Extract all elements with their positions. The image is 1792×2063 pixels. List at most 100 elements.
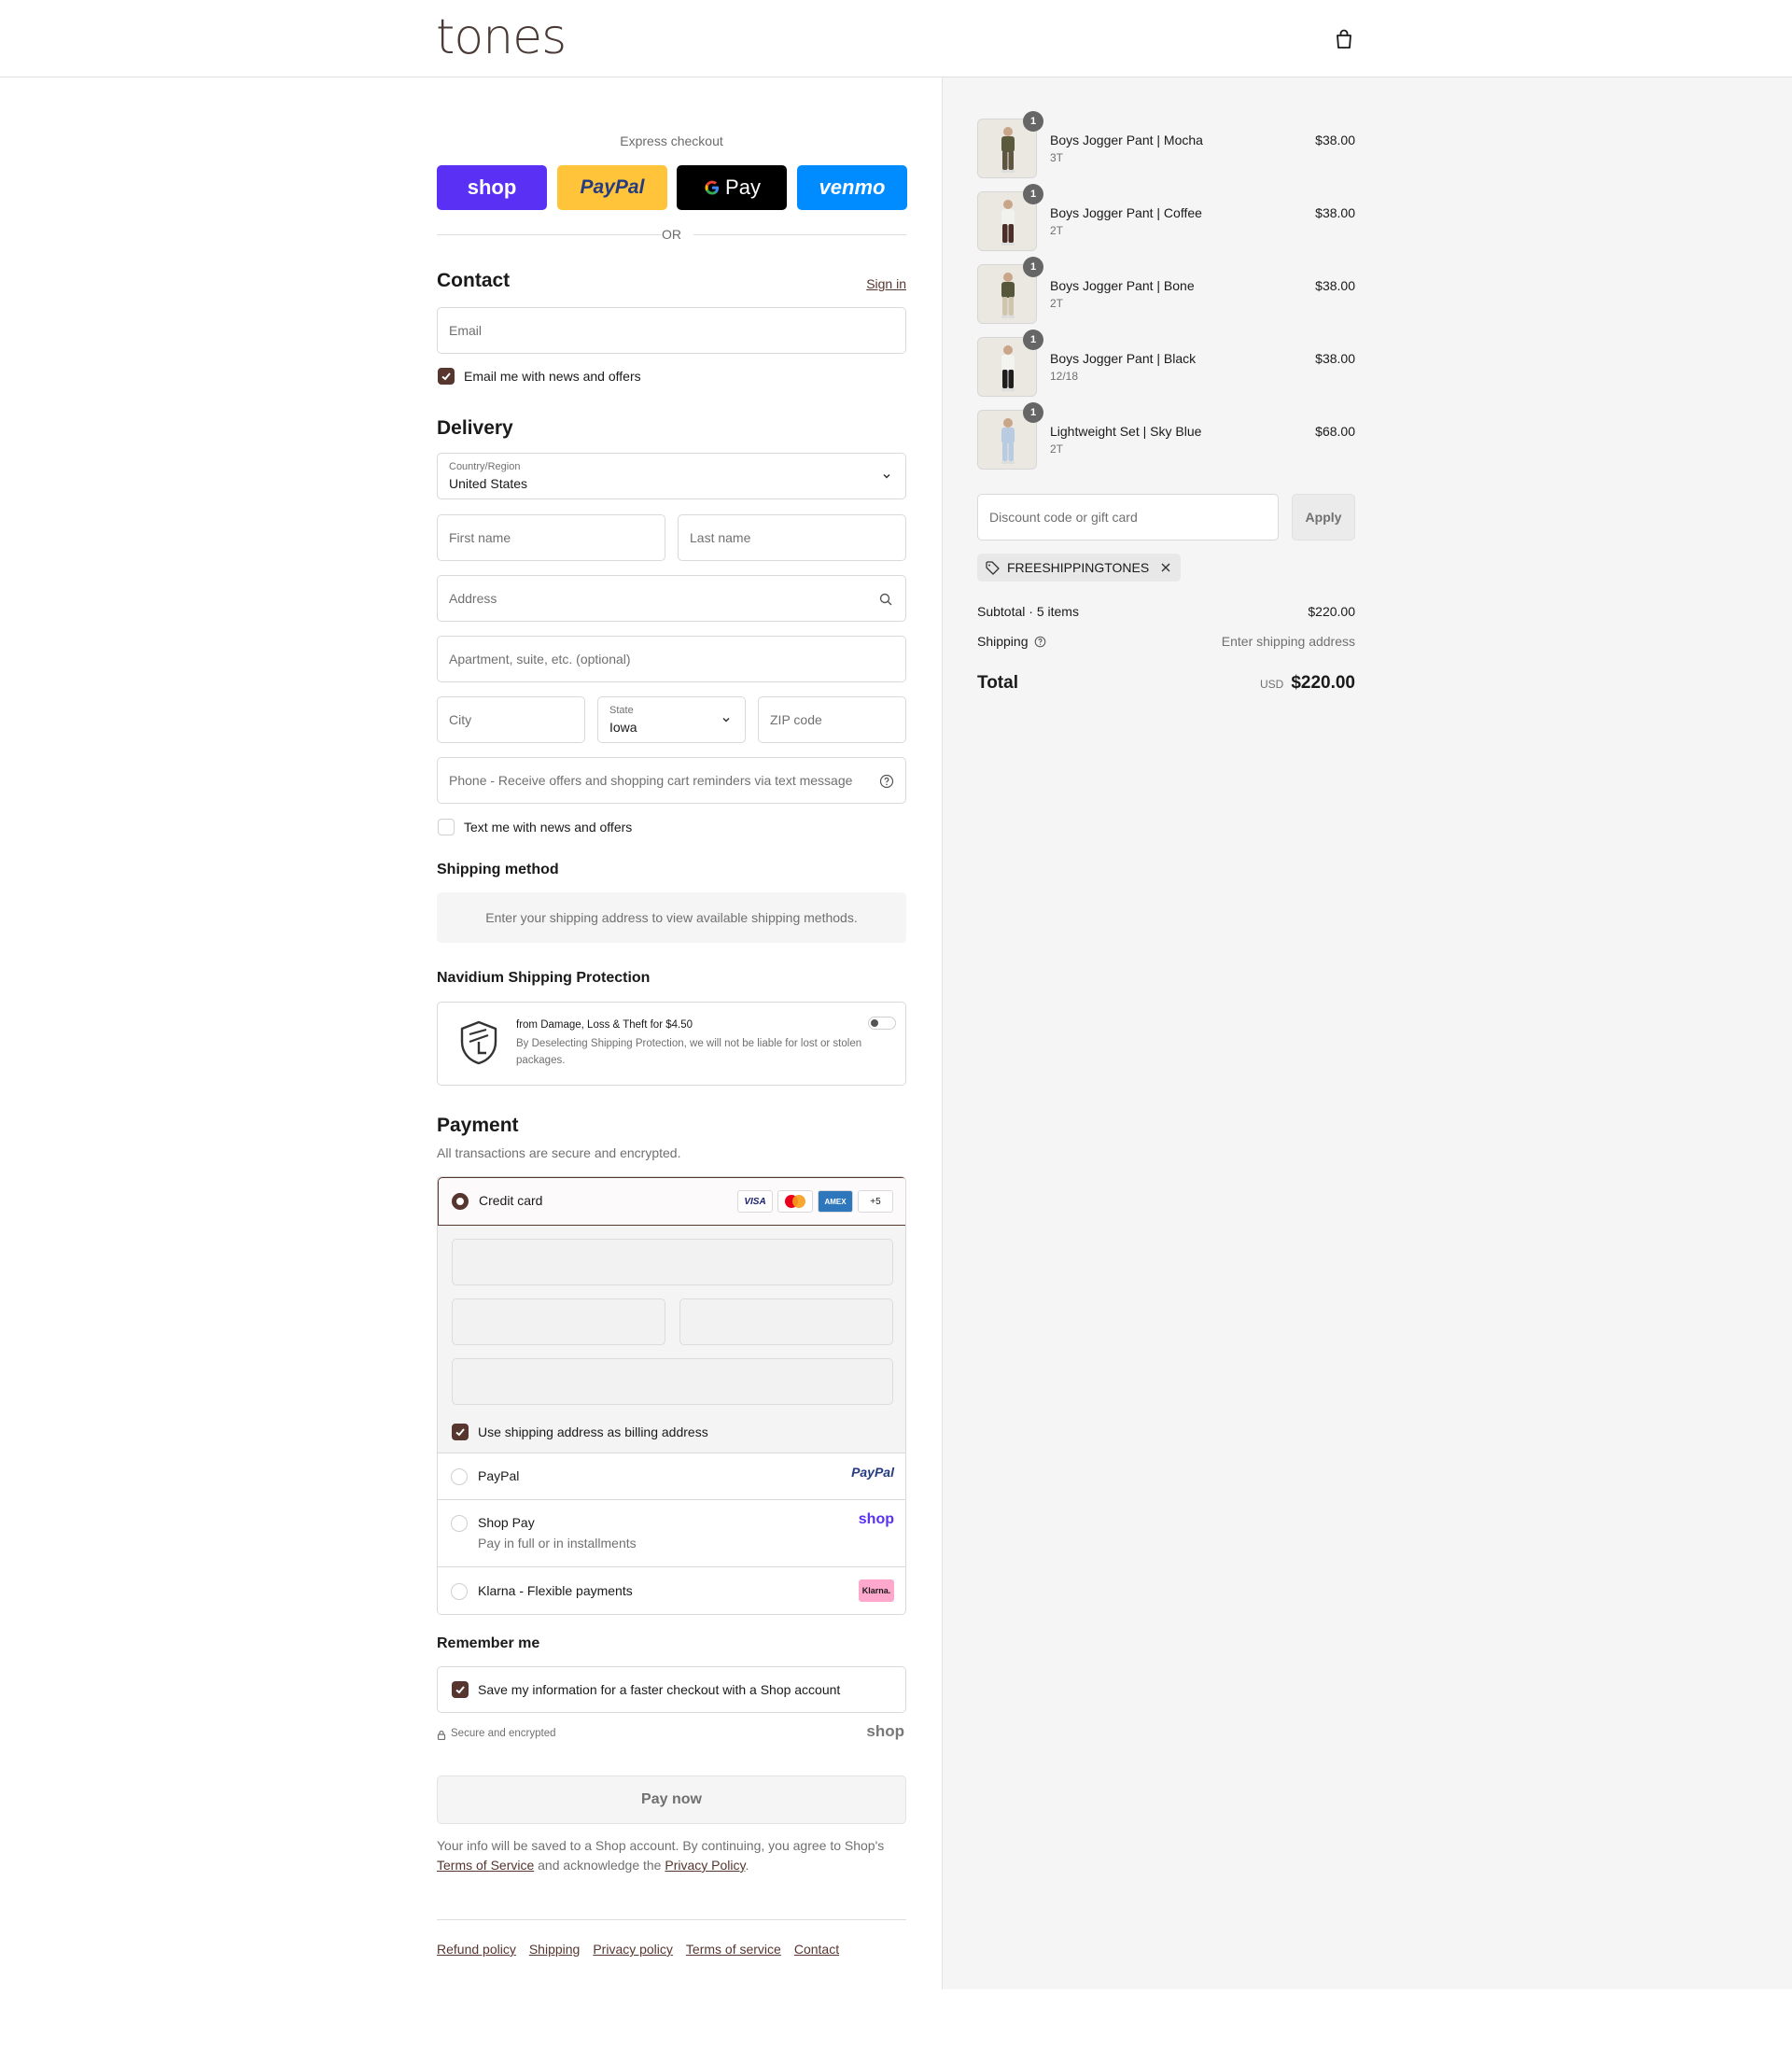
- terms-of-service-footer-link[interactable]: Terms of service: [686, 1942, 781, 1957]
- security-code-field[interactable]: [679, 1298, 893, 1345]
- or-label: OR: [662, 227, 681, 242]
- shop-pay-radio[interactable]: [451, 1515, 468, 1532]
- credit-card-label: Credit card: [479, 1193, 543, 1208]
- total-amount: USD $220.00: [1260, 673, 1355, 694]
- first-name-field[interactable]: First name: [437, 514, 665, 561]
- product-variant: 2T: [1050, 442, 1064, 456]
- shopping-bag-icon[interactable]: [1334, 28, 1354, 50]
- cart-line-item: 1 Lightweight Set | Sky Blue 2T $68.00: [977, 402, 1355, 470]
- paypal-express-button[interactable]: PayPal: [557, 165, 667, 210]
- sign-in-link[interactable]: Sign in: [866, 276, 906, 291]
- card-fields-panel: Use shipping address as billing address: [438, 1226, 905, 1453]
- quantity-badge: 1: [1023, 257, 1043, 277]
- terms-of-service-link[interactable]: Terms of Service: [437, 1858, 534, 1873]
- quantity-badge: 1: [1023, 330, 1043, 350]
- email-field[interactable]: Email: [437, 307, 906, 354]
- zip-field[interactable]: ZIP code: [758, 696, 906, 743]
- subtotal-value: $220.00: [1308, 604, 1355, 619]
- paypal-option[interactable]: PayPal PayPal: [438, 1453, 905, 1500]
- zip-placeholder: ZIP code: [770, 712, 822, 727]
- city-field[interactable]: City: [437, 696, 585, 743]
- quantity-badge: 1: [1023, 402, 1043, 423]
- shop-pay-label: shop: [467, 175, 517, 199]
- product-name: Boys Jogger Pant | Bone: [1050, 278, 1195, 293]
- country-label: Country/Region: [449, 461, 521, 472]
- discount-code-field[interactable]: Discount code or gift card: [977, 494, 1279, 540]
- product-price: $68.00: [1315, 424, 1355, 439]
- chevron-down-icon: [883, 473, 890, 479]
- help-circle-icon[interactable]: [1034, 636, 1046, 648]
- pay-now-button[interactable]: Pay now: [437, 1775, 906, 1824]
- contact-heading: Contact: [437, 270, 511, 291]
- card-number-field[interactable]: [452, 1239, 893, 1285]
- google-pay-express-button[interactable]: Pay: [677, 165, 787, 210]
- product-name: Lightweight Set | Sky Blue: [1050, 424, 1202, 439]
- shield-icon: [460, 1020, 497, 1065]
- shop-pay-option[interactable]: Shop Pay Pay in full or in installments …: [438, 1500, 905, 1567]
- legal-text-part: and acknowledge the: [538, 1858, 662, 1873]
- product-variant: 2T: [1050, 224, 1064, 237]
- shipping-label: Shipping: [977, 634, 1029, 649]
- text-news-checkbox[interactable]: [438, 819, 455, 835]
- currency-code: USD: [1259, 678, 1284, 691]
- shipping-value: Enter shipping address: [1221, 634, 1355, 649]
- expiration-field[interactable]: [452, 1298, 665, 1345]
- klarna-radio[interactable]: [451, 1583, 468, 1600]
- more-cards-badge: +5: [858, 1190, 893, 1213]
- phone-field[interactable]: Phone - Receive offers and shopping cart…: [437, 757, 906, 804]
- state-select[interactable]: State Iowa: [597, 696, 746, 743]
- help-circle-icon[interactable]: [879, 774, 894, 789]
- klarna-option[interactable]: Klarna - Flexible payments Klarna.: [438, 1567, 905, 1614]
- protection-headline: from Damage, Loss & Theft for $4.50: [516, 1019, 693, 1031]
- email-placeholder: Email: [449, 323, 483, 338]
- shop-pay-option-label: Shop Pay: [478, 1515, 535, 1530]
- cart-line-item: 1 Boys Jogger Pant | Mocha 3T $38.00: [977, 111, 1355, 178]
- apartment-field[interactable]: Apartment, suite, etc. (optional): [437, 636, 906, 682]
- close-icon[interactable]: [1160, 562, 1171, 573]
- apply-button[interactable]: Apply: [1292, 494, 1355, 540]
- google-pay-label: Pay: [725, 175, 761, 199]
- credit-card-radio[interactable]: [452, 1193, 469, 1210]
- save-info-checkbox[interactable]: [452, 1681, 469, 1698]
- billing-address-checkbox[interactable]: [452, 1424, 469, 1440]
- refund-policy-link[interactable]: Refund policy: [437, 1942, 516, 1957]
- paypal-logo: PayPal: [851, 1465, 894, 1480]
- name-on-card-field[interactable]: [452, 1358, 893, 1405]
- email-news-checkbox[interactable]: [438, 368, 455, 385]
- footer-divider: [437, 1919, 906, 1920]
- legal-text-part: Your info will be saved to a Shop accoun…: [437, 1838, 885, 1853]
- protection-toggle[interactable]: [868, 1017, 896, 1030]
- last-name-field[interactable]: Last name: [678, 514, 906, 561]
- venmo-express-button[interactable]: venmo: [797, 165, 907, 210]
- visa-badge: VISA: [737, 1190, 773, 1213]
- mastercard-icon: [785, 1195, 805, 1208]
- total-label: Total: [977, 673, 1018, 693]
- address-field[interactable]: Address: [437, 575, 906, 622]
- text-news-label: Text me with news and offers: [464, 820, 633, 835]
- delivery-heading: Delivery: [437, 417, 513, 439]
- contact-link[interactable]: Contact: [794, 1942, 839, 1957]
- shipping-policy-link[interactable]: Shipping: [529, 1942, 581, 1957]
- protection-body: By Deselecting Shipping Protection, we w…: [516, 1038, 862, 1066]
- protection-heading: Navidium Shipping Protection: [437, 970, 651, 986]
- privacy-policy-link[interactable]: Privacy Policy: [665, 1858, 745, 1873]
- last-name-placeholder: Last name: [690, 530, 751, 545]
- remember-me-heading: Remember me: [437, 1635, 540, 1651]
- venmo-label: venmo: [819, 175, 886, 199]
- shipping-method-heading: Shipping method: [437, 862, 559, 877]
- country-select[interactable]: Country/Region United States: [437, 453, 906, 499]
- shipping-row: Shipping: [977, 634, 1046, 649]
- credit-card-option[interactable]: Credit card VISA AMEX +5: [438, 1177, 905, 1226]
- store-logo[interactable]: tones: [436, 9, 567, 65]
- cart-line-item: 1 Boys Jogger Pant | Bone 2T $38.00: [977, 257, 1355, 324]
- quantity-badge: 1: [1023, 111, 1043, 132]
- country-value: United States: [449, 476, 528, 491]
- privacy-policy-footer-link[interactable]: Privacy policy: [593, 1942, 673, 1957]
- express-checkout-title: Express checkout: [620, 133, 723, 148]
- state-value: Iowa: [609, 720, 637, 735]
- checkmark-icon: [441, 372, 451, 381]
- shop-pay-express-button[interactable]: shop: [437, 165, 547, 210]
- payment-heading: Payment: [437, 1115, 519, 1136]
- paypal-radio[interactable]: [451, 1468, 468, 1485]
- klarna-logo: Klarna.: [859, 1579, 894, 1602]
